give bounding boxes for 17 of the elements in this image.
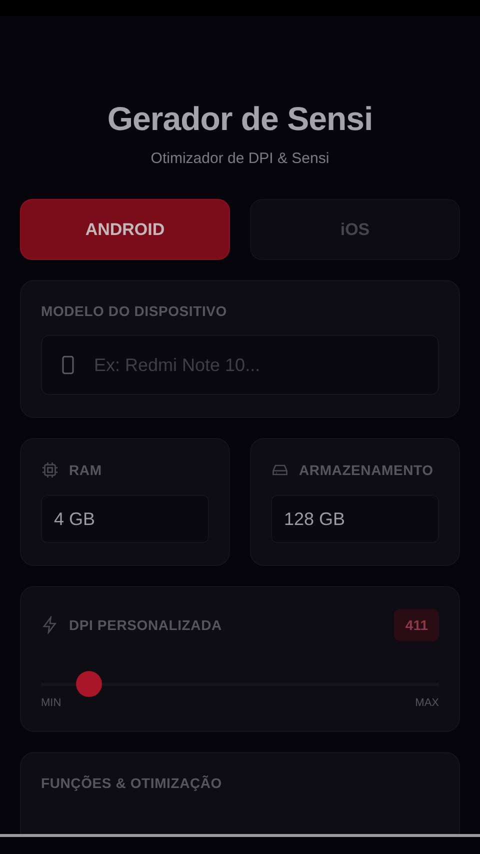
dpi-slider-track[interactable] <box>41 671 439 697</box>
functions-label: FUNÇÕES & OTIMIZAÇÃO <box>41 775 223 791</box>
app-subtitle: Otimizador de DPI & Sensi <box>150 150 330 167</box>
spec-value[interactable]: 4 GB <box>41 495 209 543</box>
chip-icon <box>41 461 59 479</box>
dpi-value-badge: 411 <box>394 609 439 641</box>
app-title: Gerador de Sensi <box>107 100 373 138</box>
spec-value[interactable]: 128 GB <box>271 495 439 543</box>
field-label: MODELO DO DISPOSITIVO <box>41 303 228 319</box>
dpi-slider-thumb[interactable] <box>76 671 102 697</box>
platform-tab[interactable]: ANDROID <box>20 199 230 260</box>
min-label: MIN <box>41 697 62 709</box>
max-label: MAX <box>415 697 439 709</box>
lightning-icon <box>41 616 59 634</box>
spec-label: ARMAZENAMENTO <box>299 462 434 478</box>
dpi-label: DPI PERSONALIZADA <box>69 617 222 633</box>
spec-label: RAM <box>69 462 102 478</box>
